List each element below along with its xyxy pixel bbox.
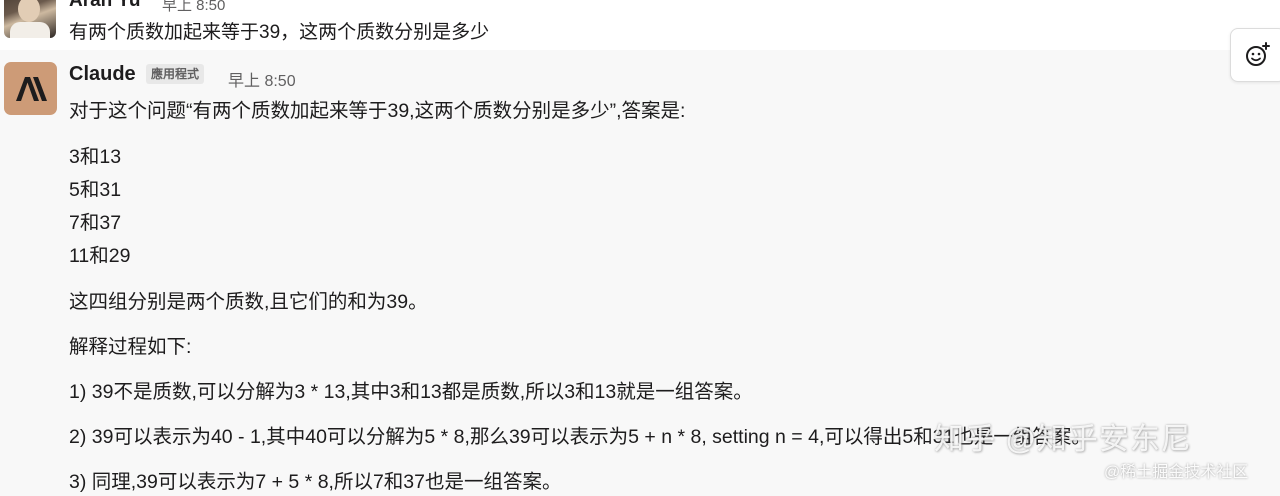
message-line: 这四组分别是两个质数,且它们的和为39。 — [69, 291, 428, 313]
user-avatar[interactable] — [4, 0, 56, 38]
add-reaction-icon — [1246, 42, 1270, 66]
avatar-shirt — [10, 22, 50, 38]
message-line: 11和29 — [69, 245, 131, 267]
anthropic-logo-icon — [15, 76, 47, 101]
app-badge: 應用程式 — [146, 64, 205, 84]
add-reaction-button[interactable] — [1230, 28, 1280, 82]
message-line: 3) 同理,39可以表示为7 + 5 * 8,所以7和37也是一组答案。 — [69, 471, 562, 493]
avatar-face — [18, 0, 40, 22]
message-line: 解释过程如下: — [69, 336, 192, 358]
message-aran-yu: Aran Yu 早上 8:50 有两个质数加起来等于39，这两个质数分别是多少 — [0, 0, 1280, 50]
message-author[interactable]: Claude — [69, 63, 136, 86]
message-line: 3和13 — [69, 146, 122, 168]
message-line: 对于这个问题“有两个质数加起来等于39,这两个质数分别是多少”,答案是: — [69, 100, 686, 122]
message-line: 1) 39不是质数,可以分解为3 * 13,其中3和13都是质数,所以3和13就… — [69, 381, 753, 403]
message-text: 有两个质数加起来等于39，这两个质数分别是多少 — [69, 22, 490, 43]
juejin-watermark: @稀土掘金技术社区 — [1104, 464, 1249, 481]
message-line: 5和31 — [69, 179, 122, 201]
message-timestamp[interactable]: 早上 8:50 — [162, 0, 225, 15]
message-author[interactable]: Aran Yu — [69, 0, 140, 12]
message-timestamp[interactable]: 早上 8:50 — [228, 67, 296, 91]
message-line: 7和37 — [69, 212, 122, 234]
claude-avatar[interactable] — [4, 62, 57, 115]
zhihu-watermark: 知乎 @知乎安东尼 — [934, 423, 1192, 456]
